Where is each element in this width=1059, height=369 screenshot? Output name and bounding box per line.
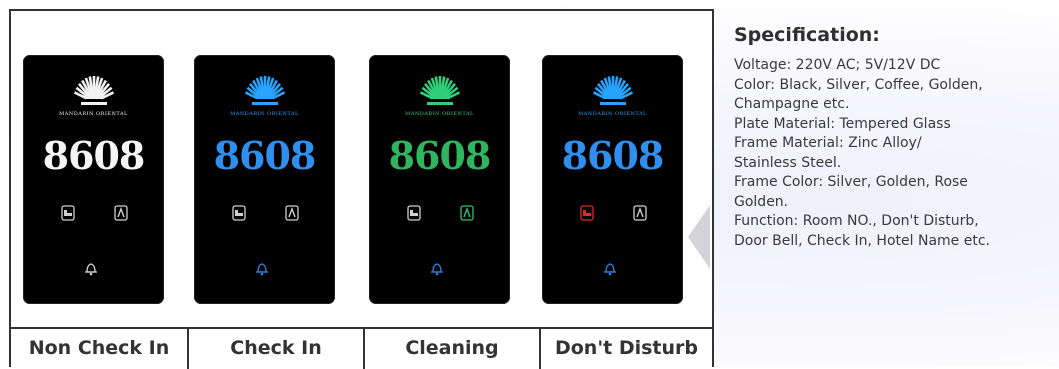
specification-block: Specification: Voltage: 220V AC; 5V/12V … <box>734 24 1054 251</box>
spec-line: Color: Black, Silver, Coffee, Golden, <box>734 76 983 93</box>
hotel-name: MANDARIN ORIENTAL <box>59 111 128 117</box>
spec-line: Frame Material: Zinc Alloy/ <box>734 135 922 151</box>
hotel-name: MANDARIN ORIENTAL <box>578 111 647 117</box>
product-frame: MANDARIN ORIENTAL 8608 MANDARIN ORIENTAL 8… <box>9 9 714 369</box>
spec-line: Voltage: 220V AC; 5V/12V DC <box>734 57 941 73</box>
decorative-arrow <box>688 205 710 269</box>
bed-icon <box>61 205 75 221</box>
broom-icon <box>633 205 647 221</box>
fan-logo-icon <box>419 76 460 105</box>
bed-icon <box>580 205 594 221</box>
label-non-check-in: Non Check In <box>28 337 170 359</box>
broom-icon <box>285 205 299 221</box>
state-labels: Non Check In Check In Cleaning Don't Dis… <box>11 327 712 369</box>
panel-row: MANDARIN ORIENTAL 8608 MANDARIN ORIENTAL 8… <box>11 11 712 329</box>
spec-line: Plate Material: Tempered Glass <box>734 115 951 132</box>
bell-icon <box>85 263 97 276</box>
label-dont-disturb: Don't Disturb <box>539 327 712 369</box>
bell-icon <box>604 263 616 276</box>
panel-non-check-in: MANDARIN ORIENTAL 8608 <box>23 55 164 304</box>
spec-line: Champagne etc. <box>734 96 850 112</box>
bed-icon <box>407 205 421 221</box>
room-number: 8608 <box>388 133 492 178</box>
panel-check-in: MANDARIN ORIENTAL 8608 <box>194 55 335 304</box>
fan-logo-icon <box>73 76 114 105</box>
fan-logo-icon <box>592 76 633 105</box>
label-cleaning: Cleaning <box>363 327 539 369</box>
spec-line: Golden. <box>734 193 789 210</box>
broom-icon <box>460 205 474 221</box>
hotel-name: MANDARIN ORIENTAL <box>405 111 474 117</box>
bell-icon <box>256 263 268 276</box>
spec-line: Stainless Steel. <box>734 154 842 171</box>
panel-cleaning: MANDARIN ORIENTAL 8608 <box>369 55 510 304</box>
bell-icon <box>431 263 443 276</box>
spec-line: Frame Color: Silver, Golden, Rose <box>734 174 968 190</box>
spec-line: Door Bell, Check In, Hotel Name etc. <box>734 232 990 249</box>
fan-logo-icon <box>244 76 285 105</box>
broom-icon <box>114 205 128 221</box>
room-number: 8608 <box>42 133 146 178</box>
hotel-name: MANDARIN ORIENTAL <box>230 111 299 117</box>
room-number: 8608 <box>561 133 665 178</box>
room-number: 8608 <box>213 133 317 178</box>
spec-line: Function: Room NO., Don't Disturb, <box>734 213 979 229</box>
spec-title: Specification: <box>734 24 880 46</box>
label-check-in: Check In <box>187 327 363 369</box>
panel-dont-disturb: MANDARIN ORIENTAL 8608 <box>542 55 683 304</box>
bed-icon <box>232 205 246 221</box>
